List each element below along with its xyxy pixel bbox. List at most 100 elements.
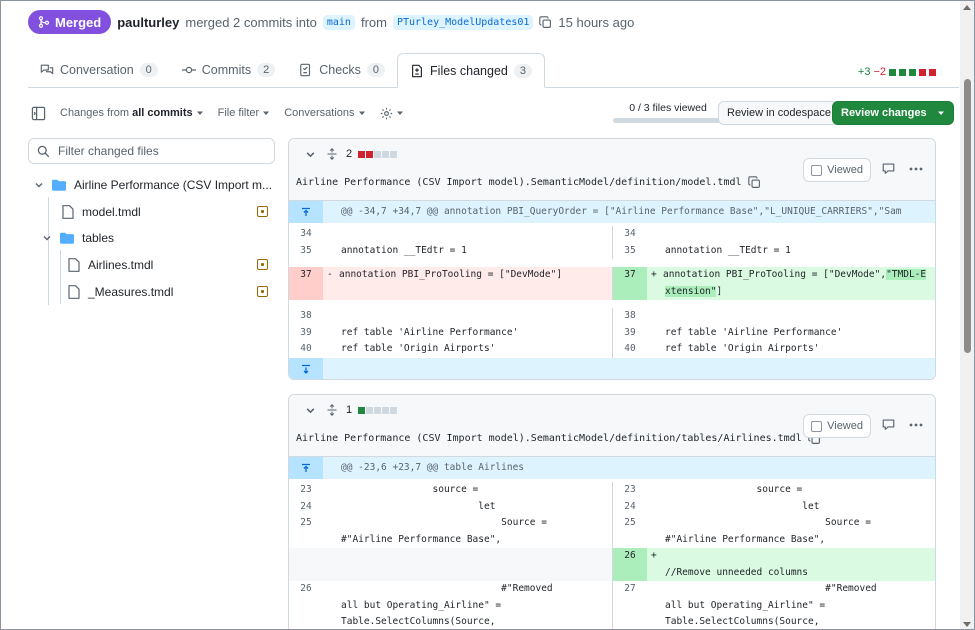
tree-file-airlines[interactable]: Airlines.tmdl: [68, 254, 248, 276]
commit-icon: [181, 66, 196, 74]
tab-checks[interactable]: Checks 0: [287, 53, 397, 87]
filter-files-field[interactable]: [28, 138, 275, 164]
kebab-menu-icon[interactable]: [909, 167, 923, 171]
copy-icon[interactable]: [747, 176, 761, 189]
tree-guide-line: [60, 250, 61, 304]
diff-file-model-tmdl: 2 Airline Performance (CSV Import model)…: [288, 138, 936, 380]
kebab-menu-icon[interactable]: [909, 423, 923, 427]
expand-all-icon[interactable]: [326, 148, 338, 160]
browser-viewport: Merged paulturley merged 2 commits into …: [0, 0, 975, 630]
comment-icon[interactable]: [882, 418, 895, 431]
line-number[interactable]: 24: [613, 499, 647, 516]
code-line: ref table 'Airline Performance': [341, 326, 519, 338]
line-number[interactable]: 35: [613, 243, 647, 260]
comment-icon[interactable]: [882, 162, 895, 175]
diffstat-square-added: [889, 68, 896, 76]
diff-row-changed: 37- annotation PBI_ProTooling = ["DevMode…: [289, 267, 935, 300]
file-icon: [62, 205, 74, 219]
diff-change-bar: [358, 406, 398, 414]
line-number[interactable]: 35: [289, 243, 323, 260]
tab-conversation[interactable]: Conversation 0: [28, 53, 170, 87]
file-filter-dropdown[interactable]: File filter: [218, 107, 271, 119]
tree-file-model[interactable]: model.tmdl: [62, 201, 242, 223]
diffstat-square-added: [899, 68, 906, 76]
review-in-codespace-button[interactable]: Review in codespace: [718, 101, 840, 125]
line-number[interactable]: 37: [289, 267, 323, 300]
conversations-dropdown[interactable]: Conversations: [284, 107, 365, 119]
tree-folder-root[interactable]: Airline Performance (CSV Import m...: [34, 174, 274, 196]
diff-file-header: 2 Airline Performance (CSV Import model)…: [289, 139, 935, 201]
expand-down-icon[interactable]: [289, 357, 323, 379]
line-number[interactable]: 34: [289, 226, 323, 243]
base-branch-label[interactable]: main: [322, 14, 355, 30]
diff-change-count: 1: [346, 404, 353, 416]
diffstat: +3 −2: [858, 66, 936, 78]
line-number[interactable]: 38: [289, 308, 323, 325]
tree-file-measures[interactable]: _Measures.tmdl: [68, 281, 248, 303]
tab-checks-label: Checks: [319, 63, 361, 77]
tree-folder-tables[interactable]: tables: [42, 227, 222, 249]
merged-status-label: Merged: [55, 14, 102, 30]
viewed-checkbox[interactable]: Viewed: [803, 158, 871, 182]
review-changes-button[interactable]: Review changes: [832, 101, 954, 125]
line-number[interactable]: 25: [289, 515, 323, 548]
file-modified-icon: [257, 206, 268, 217]
changes-from-dropdown[interactable]: Changes from all commits: [60, 107, 204, 119]
file-diff-icon: [412, 64, 422, 77]
head-branch-label[interactable]: PTurley_ModelUpdates01: [392, 14, 534, 30]
tab-conversation-label: Conversation: [60, 63, 134, 77]
filter-files-input[interactable]: [58, 144, 258, 158]
line-number-empty: [289, 548, 323, 581]
viewed-checkbox[interactable]: Viewed: [803, 414, 871, 438]
line-number[interactable]: 23: [613, 482, 647, 499]
diff-row: 40 ref table 'Origin Airports' 40 ref tabl…: [289, 341, 935, 358]
code-line: ref table 'Origin Airports': [341, 343, 496, 354]
caret-down-icon: [263, 111, 270, 115]
sidebar-collapse-icon[interactable]: [31, 106, 46, 121]
code-line: let: [665, 500, 820, 512]
line-number[interactable]: 34: [613, 226, 647, 243]
tab-files-changed[interactable]: Files changed 3: [397, 53, 545, 88]
scroll-down-arrow-icon[interactable]: [963, 622, 971, 627]
expand-up-icon[interactable]: [289, 457, 323, 479]
scroll-up-arrow-icon[interactable]: [963, 5, 971, 10]
line-number[interactable]: 40: [289, 341, 323, 358]
file-modified-icon: [257, 259, 268, 270]
diff-file-path[interactable]: Airline Performance (CSV Import model).S…: [296, 433, 802, 444]
diff-change-bar: [358, 150, 398, 158]
expand-all-icon[interactable]: [326, 404, 338, 416]
hunk-expand-row: [289, 357, 935, 379]
line-number[interactable]: 26: [289, 581, 323, 629]
chevron-down-icon[interactable]: [305, 405, 316, 416]
line-number[interactable]: 23: [289, 482, 323, 499]
line-number[interactable]: 26: [613, 548, 647, 581]
tab-commits-label: Commits: [201, 63, 252, 77]
copy-icon[interactable]: [539, 15, 552, 29]
diff-file-path[interactable]: Airline Performance (CSV Import model).S…: [296, 177, 742, 188]
line-number[interactable]: 37: [613, 267, 647, 300]
line-number[interactable]: 24: [289, 499, 323, 516]
scrollbar-thumb[interactable]: [964, 79, 971, 353]
page-scrollbar[interactable]: [960, 1, 974, 629]
expand-up-icon[interactable]: [289, 201, 323, 223]
line-number[interactable]: 27: [613, 581, 647, 629]
file-filter-label: File filter: [217, 107, 260, 119]
author-link[interactable]: paulturley: [117, 15, 179, 30]
hunk-header-text: @@ -34,7 +34,7 @@ annotation PBI_QueryOr…: [341, 206, 902, 217]
pr-header: Merged paulturley merged 2 commits into …: [28, 10, 634, 34]
line-number[interactable]: 25: [613, 515, 647, 548]
line-number[interactable]: 40: [613, 341, 647, 358]
comment-discussion-icon: [40, 64, 54, 75]
settings-dropdown[interactable]: [380, 107, 404, 120]
merge-action-text: merged 2 commits into: [185, 14, 317, 30]
tab-checks-count: 0: [366, 63, 386, 77]
hunk-header-row: @@ -23,6 +23,7 @@ table Airlines: [289, 457, 935, 479]
caret-down-icon: [396, 111, 403, 115]
line-number[interactable]: 39: [613, 325, 647, 342]
code-line: source =: [341, 484, 479, 495]
tab-commits[interactable]: Commits 2: [170, 53, 287, 87]
chevron-down-icon[interactable]: [305, 149, 316, 160]
line-number[interactable]: 39: [289, 325, 323, 342]
file-modified-icon: [257, 286, 268, 297]
line-number[interactable]: 38: [613, 308, 647, 325]
